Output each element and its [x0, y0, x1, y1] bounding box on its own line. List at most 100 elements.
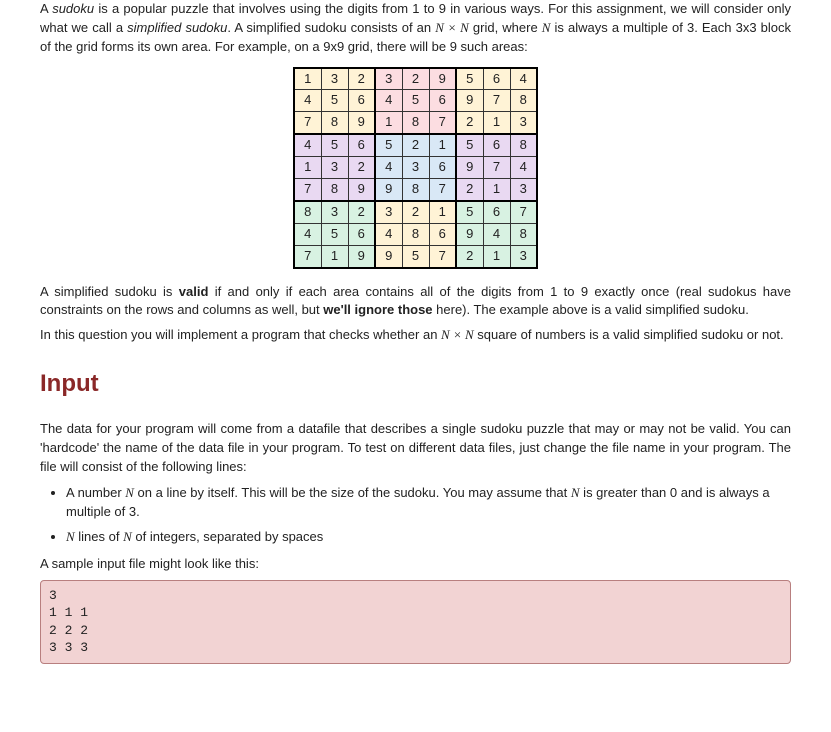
- sudoku-cell: 4: [510, 157, 537, 179]
- sudoku-cell: 5: [402, 90, 429, 112]
- sudoku-cell: 4: [510, 68, 537, 90]
- sudoku-cell: 1: [294, 157, 321, 179]
- sudoku-cell: 9: [429, 68, 456, 90]
- sudoku-cell: 2: [402, 134, 429, 156]
- sudoku-cell: 6: [483, 68, 510, 90]
- sudoku-cell: 2: [402, 68, 429, 90]
- sudoku-cell: 7: [510, 201, 537, 223]
- sudoku-cell: 9: [456, 157, 483, 179]
- valid-paragraph: A simplified sudoku is valid if and only…: [40, 283, 791, 321]
- math-n: N: [66, 529, 75, 544]
- sudoku-cell: 9: [375, 179, 402, 201]
- input-desc-paragraph: The data for your program will come from…: [40, 420, 791, 477]
- text: . A simplified sudoku consists of an: [227, 20, 435, 35]
- sudoku-cell: 8: [402, 112, 429, 134]
- sudoku-cell: 1: [429, 134, 456, 156]
- intro-paragraph: A sudoku is a popular puzzle that involv…: [40, 0, 791, 57]
- sudoku-cell: 4: [375, 157, 402, 179]
- sudoku-cell: 6: [429, 157, 456, 179]
- math-nxn: N × N: [435, 20, 469, 35]
- term-valid: valid: [179, 284, 209, 299]
- list-item: N lines of N of integers, separated by s…: [66, 528, 791, 547]
- input-heading: Input: [40, 367, 791, 402]
- sudoku-cell: 4: [294, 90, 321, 112]
- sudoku-cell: 4: [375, 90, 402, 112]
- sudoku-cell: 8: [294, 201, 321, 223]
- sudoku-cell: 3: [321, 68, 348, 90]
- sudoku-cell: 7: [429, 245, 456, 267]
- sudoku-cell: 7: [483, 90, 510, 112]
- sudoku-cell: 6: [348, 134, 375, 156]
- sudoku-cell: 5: [456, 134, 483, 156]
- sudoku-grid-wrapper: 1323295644564569787891872134565215681324…: [40, 67, 791, 269]
- sudoku-cell: 5: [456, 201, 483, 223]
- text: A: [40, 1, 52, 16]
- sudoku-cell: 6: [483, 134, 510, 156]
- math-n: N: [123, 529, 132, 544]
- text: square of numbers is a valid simplified …: [474, 327, 784, 342]
- sudoku-cell: 5: [321, 134, 348, 156]
- sudoku-cell: 8: [510, 90, 537, 112]
- sudoku-cell: 1: [483, 179, 510, 201]
- sudoku-cell: 6: [348, 90, 375, 112]
- math-n: N: [571, 485, 580, 500]
- sudoku-cell: 3: [402, 157, 429, 179]
- sudoku-cell: 7: [429, 112, 456, 134]
- sudoku-cell: 3: [375, 68, 402, 90]
- sudoku-cell: 7: [294, 179, 321, 201]
- sudoku-cell: 7: [483, 157, 510, 179]
- sample-intro: A sample input file might look like this…: [40, 555, 791, 574]
- text: lines of: [75, 529, 123, 544]
- sudoku-cell: 2: [402, 201, 429, 223]
- sudoku-cell: 3: [510, 245, 537, 267]
- sudoku-cell: 1: [483, 245, 510, 267]
- sudoku-cell: 9: [348, 179, 375, 201]
- text: A number: [66, 485, 125, 500]
- sudoku-cell: 6: [429, 90, 456, 112]
- sudoku-cell: 8: [402, 223, 429, 245]
- sudoku-cell: 8: [321, 112, 348, 134]
- sudoku-cell: 5: [321, 223, 348, 245]
- sudoku-cell: 3: [321, 201, 348, 223]
- sudoku-cell: 8: [510, 223, 537, 245]
- sudoku-cell: 2: [348, 201, 375, 223]
- sudoku-cell: 5: [402, 245, 429, 267]
- term-ignore: we'll ignore those: [323, 302, 432, 317]
- task-paragraph: In this question you will implement a pr…: [40, 326, 791, 345]
- sudoku-grid: 1323295644564569787891872134565215681324…: [293, 67, 538, 269]
- text: In this question you will implement a pr…: [40, 327, 441, 342]
- sudoku-cell: 1: [375, 112, 402, 134]
- sudoku-cell: 1: [429, 201, 456, 223]
- sudoku-cell: 9: [348, 112, 375, 134]
- input-spec-list: A number N on a line by itself. This wil…: [66, 484, 791, 547]
- term-simplified: simplified sudoku: [127, 20, 227, 35]
- list-item: A number N on a line by itself. This wil…: [66, 484, 791, 522]
- sudoku-cell: 6: [429, 223, 456, 245]
- math-n: N: [125, 485, 134, 500]
- sudoku-cell: 4: [294, 223, 321, 245]
- sudoku-cell: 4: [375, 223, 402, 245]
- sudoku-cell: 4: [483, 223, 510, 245]
- sudoku-cell: 7: [294, 245, 321, 267]
- sudoku-cell: 3: [321, 157, 348, 179]
- sudoku-cell: 5: [321, 90, 348, 112]
- text: on a line by itself. This will be the si…: [134, 485, 571, 500]
- sudoku-cell: 5: [375, 134, 402, 156]
- text: here). The example above is a valid simp…: [433, 302, 749, 317]
- sudoku-cell: 2: [456, 245, 483, 267]
- sample-input-block: 3 1 1 1 2 2 2 3 3 3: [40, 580, 791, 664]
- sudoku-cell: 3: [510, 112, 537, 134]
- sudoku-cell: 5: [456, 68, 483, 90]
- sudoku-cell: 2: [348, 68, 375, 90]
- sudoku-cell: 1: [483, 112, 510, 134]
- sudoku-cell: 3: [375, 201, 402, 223]
- sudoku-cell: 8: [510, 134, 537, 156]
- sudoku-cell: 9: [348, 245, 375, 267]
- sudoku-cell: 9: [456, 90, 483, 112]
- sudoku-cell: 4: [294, 134, 321, 156]
- sudoku-cell: 3: [510, 179, 537, 201]
- sudoku-cell: 1: [294, 68, 321, 90]
- sudoku-cell: 7: [429, 179, 456, 201]
- sudoku-cell: 8: [402, 179, 429, 201]
- math-nxn: N × N: [441, 327, 474, 342]
